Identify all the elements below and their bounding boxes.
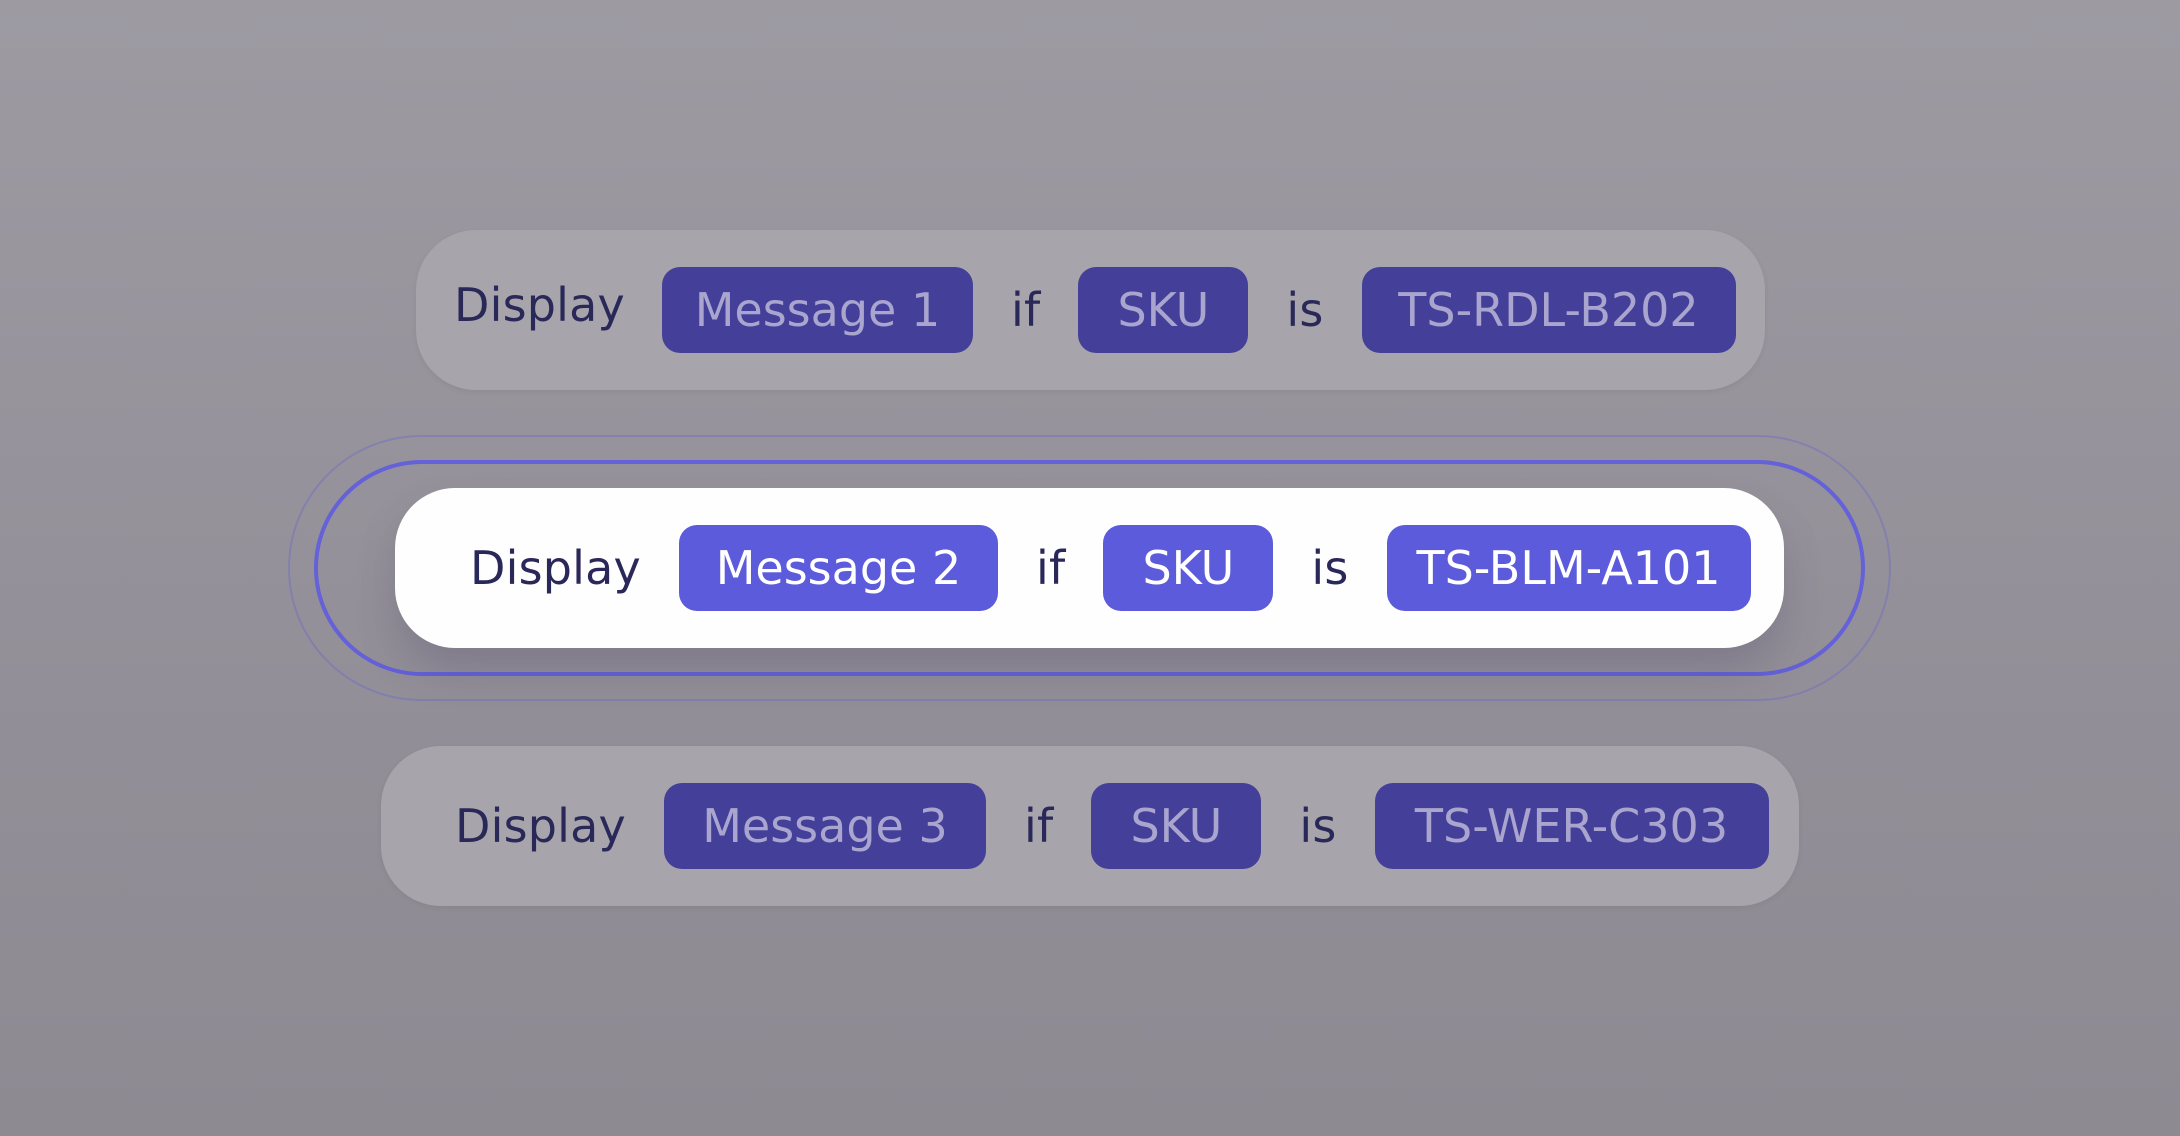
field-chip[interactable]: SKU (1103, 525, 1274, 611)
value-chip[interactable]: TS-BLM-A101 (1386, 525, 1751, 611)
message-chip[interactable]: Message 2 (678, 525, 998, 611)
field-chip[interactable]: SKU (1078, 267, 1249, 353)
rule-prefix-label: Display (470, 541, 641, 595)
rule-row-1[interactable]: Display Message 1 if SKU is TS-RDL-B202 (416, 230, 1765, 390)
message-chip[interactable]: Message 1 (661, 267, 973, 353)
operator-label: is (1311, 541, 1349, 595)
operator-label: is (1286, 283, 1324, 337)
rule-row-2-active[interactable]: Display Message 2 if SKU is TS-BLM-A101 (395, 488, 1784, 648)
conjunction-label: if (1010, 283, 1041, 337)
operator-label: is (1299, 799, 1337, 853)
message-chip[interactable]: Message 3 (663, 783, 986, 869)
rule-prefix-label: Display (455, 799, 626, 853)
rule-row-3[interactable]: Display Message 3 if SKU is TS-WER-C303 (381, 746, 1799, 906)
field-chip[interactable]: SKU (1091, 783, 1262, 869)
value-chip[interactable]: TS-WER-C303 (1374, 783, 1769, 869)
value-chip[interactable]: TS-RDL-B202 (1361, 267, 1736, 353)
conjunction-label: if (1023, 799, 1054, 853)
rule-prefix-label: Display (454, 278, 625, 332)
conjunction-label: if (1035, 541, 1066, 595)
